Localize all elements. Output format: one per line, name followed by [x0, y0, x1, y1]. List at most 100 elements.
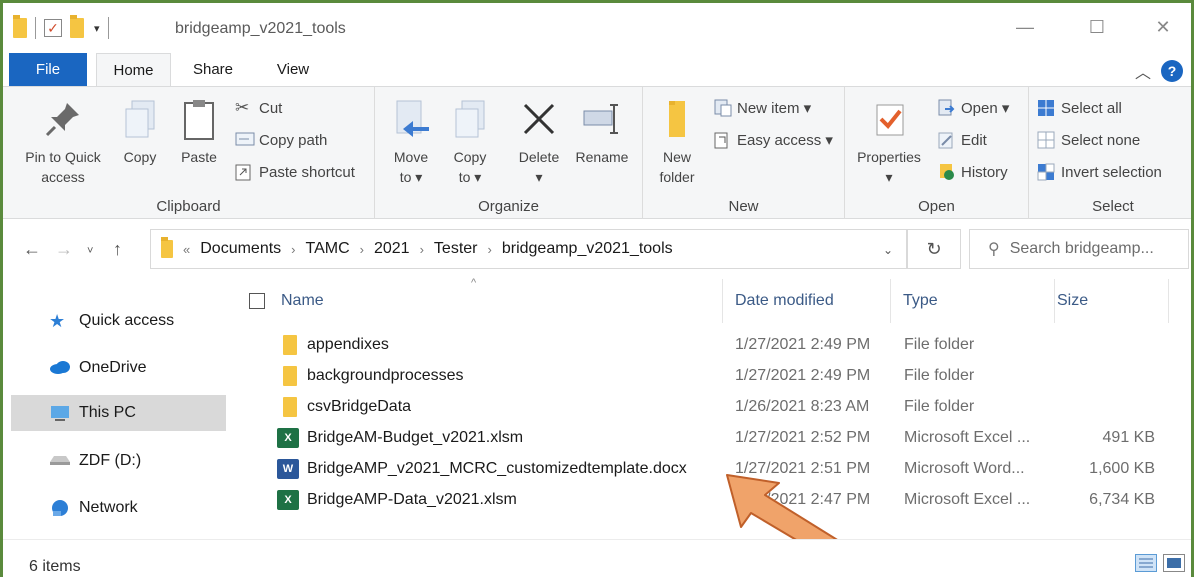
list-item[interactable]: appendixes 1/27/2021 2:49 PM File folder [235, 330, 1175, 361]
open-icon [937, 99, 955, 117]
nav-item-onedrive[interactable]: OneDrive [11, 350, 226, 386]
history-button[interactable]: History [937, 163, 1008, 181]
select-all-button[interactable]: Select all [1037, 99, 1122, 117]
customize-toolbar-dropdown-icon[interactable]: ▾ [94, 22, 100, 35]
rename-button[interactable]: Rename [571, 97, 633, 167]
chevron-right-icon[interactable]: › [291, 242, 295, 257]
file-list: ^ Name Date modified Type Size appendixe… [235, 277, 1191, 539]
excel-file-icon: X [277, 490, 299, 510]
nav-item-network[interactable]: Network [11, 490, 226, 526]
help-icon[interactable]: ? [1161, 60, 1183, 82]
back-arrow-icon[interactable]: ← [23, 239, 41, 260]
edit-icon [937, 131, 955, 149]
chevron-right-icon[interactable]: › [360, 242, 364, 257]
delete-label: Delete [518, 149, 560, 165]
nav-item-this-pc[interactable]: This PC [11, 395, 226, 431]
pin-to-quick-access-button[interactable]: Pin to Quick access [17, 97, 109, 187]
select-all-checkbox[interactable] [249, 293, 265, 309]
nav-item-quick-access[interactable]: ★ Quick access [11, 303, 226, 339]
pin-label-1: Pin to Quick [25, 149, 101, 165]
column-header-size[interactable]: Size [1049, 279, 1169, 323]
copy-path-icon [235, 131, 255, 149]
tab-share[interactable]: Share [178, 53, 248, 86]
column-header-date-modified[interactable]: Date modified [727, 279, 891, 323]
new-folder-button[interactable]: New folder [653, 97, 701, 187]
chevron-right-icon[interactable]: › [488, 242, 492, 257]
breadcrumb-documents[interactable]: Documents [200, 240, 281, 258]
select-none-button[interactable]: Select none [1037, 131, 1140, 149]
paste-button[interactable]: Paste [173, 97, 225, 167]
list-item[interactable]: X BridgeAMP-Data_v2021.xlsm 1/27/2021 2:… [235, 485, 1175, 516]
move-to-icon [389, 97, 433, 141]
address-dropdown-icon[interactable]: ⌄ [883, 243, 893, 257]
details-view-icon[interactable] [1135, 554, 1157, 572]
copy-button[interactable]: Copy [115, 97, 165, 167]
copy-to-button[interactable]: Copy to ▾ [447, 97, 493, 187]
properties-dropdown-icon[interactable]: ▾ [851, 167, 927, 187]
list-item[interactable]: csvBridgeData 1/26/2021 8:23 AM File fol… [235, 392, 1175, 423]
breadcrumb[interactable]: « Documents › TAMC › 2021 › Tester › bri… [150, 229, 907, 269]
list-item[interactable]: W BridgeAMP_v2021_MCRC_customizedtemplat… [235, 454, 1175, 485]
search-placeholder: Search bridgeamp... [1009, 240, 1154, 257]
breadcrumb-overflow[interactable]: « [183, 242, 190, 257]
column-header-name[interactable]: Name [273, 279, 723, 323]
collapse-ribbon-icon[interactable]: ︿ [1135, 59, 1151, 83]
search-input[interactable]: ⚲ Search bridgeamp... [969, 229, 1189, 269]
refresh-icon[interactable]: ↻ [907, 229, 961, 269]
minimize-button[interactable]: — [1015, 17, 1035, 38]
tab-home[interactable]: Home [96, 53, 171, 86]
cloud-icon [49, 359, 71, 377]
edit-button[interactable]: Edit [937, 131, 987, 149]
list-item[interactable]: backgroundprocesses 1/27/2021 2:49 PM Fi… [235, 361, 1175, 392]
pin-icon [41, 97, 85, 141]
organize-group-label: Organize [478, 198, 539, 215]
file-name: BridgeAM-Budget_v2021.xlsm [307, 429, 524, 446]
navigation-pane: ★ Quick access OneDrive This PC ZDF (D:)… [3, 279, 231, 539]
breadcrumb-tamc[interactable]: TAMC [306, 240, 350, 258]
copy-label: Copy [123, 149, 157, 165]
chevron-right-icon[interactable]: › [420, 242, 424, 257]
properties-check-icon[interactable]: ✓ [44, 19, 62, 37]
paste-shortcut-button[interactable]: Paste shortcut [235, 163, 355, 181]
close-button[interactable]: ✕ [1153, 17, 1173, 38]
nav-item-zdf-drive[interactable]: ZDF (D:) [11, 443, 226, 479]
new-folder-icon[interactable] [70, 15, 84, 38]
copy-to-label-1: Copy [453, 149, 487, 165]
select-none-icon [1037, 131, 1055, 149]
breadcrumb-current-folder[interactable]: bridgeamp_v2021_tools [502, 240, 673, 258]
status-bar: 6 items [3, 539, 1191, 577]
tab-view[interactable]: View [258, 53, 328, 86]
delete-button[interactable]: Delete ▾ [513, 97, 565, 187]
breadcrumb-tester[interactable]: Tester [434, 240, 478, 258]
nav-item-label: Quick access [79, 312, 175, 329]
column-header-type[interactable]: Type [895, 279, 1055, 323]
new-group-label: New [728, 198, 759, 215]
move-label-2: to ▾ [399, 169, 423, 185]
easy-access-label: Easy access ▾ [737, 132, 833, 149]
file-size: 1,600 KB [1089, 460, 1155, 477]
copy-to-label-2: to ▾ [458, 169, 482, 185]
network-icon [49, 499, 71, 517]
easy-access-button[interactable]: Easy access ▾ [713, 131, 833, 149]
select-all-label: Select all [1061, 99, 1122, 117]
open-button[interactable]: Open ▾ [937, 99, 1009, 117]
up-arrow-icon[interactable]: ↑ [113, 239, 122, 260]
copy-to-icon [448, 97, 492, 141]
file-name: appendixes [307, 336, 389, 353]
title-bar: ✓ ▾ bridgeamp_v2021_tools — ☐ ✕ [3, 3, 1191, 53]
file-type: Microsoft Word... [904, 460, 1025, 477]
forward-arrow-icon[interactable]: → [55, 239, 73, 260]
tab-file[interactable]: File [9, 53, 87, 86]
new-item-button[interactable]: New item ▾ [713, 99, 811, 117]
breadcrumb-2021[interactable]: 2021 [374, 240, 410, 258]
copy-path-button[interactable]: Copy path [235, 131, 327, 149]
large-icons-view-icon[interactable] [1163, 554, 1185, 572]
move-to-button[interactable]: Move to ▾ [387, 97, 435, 187]
invert-selection-button[interactable]: Invert selection [1037, 163, 1162, 181]
cut-button[interactable]: ✂ Cut [235, 99, 282, 117]
list-item[interactable]: X BridgeAM-Budget_v2021.xlsm 1/27/2021 2… [235, 423, 1175, 454]
properties-button[interactable]: Properties ▾ [851, 97, 927, 187]
delete-dropdown-icon[interactable]: ▾ [513, 167, 565, 187]
recent-locations-chevron-icon[interactable]: ˅ [87, 245, 93, 257]
maximize-button[interactable]: ☐ [1087, 17, 1107, 38]
